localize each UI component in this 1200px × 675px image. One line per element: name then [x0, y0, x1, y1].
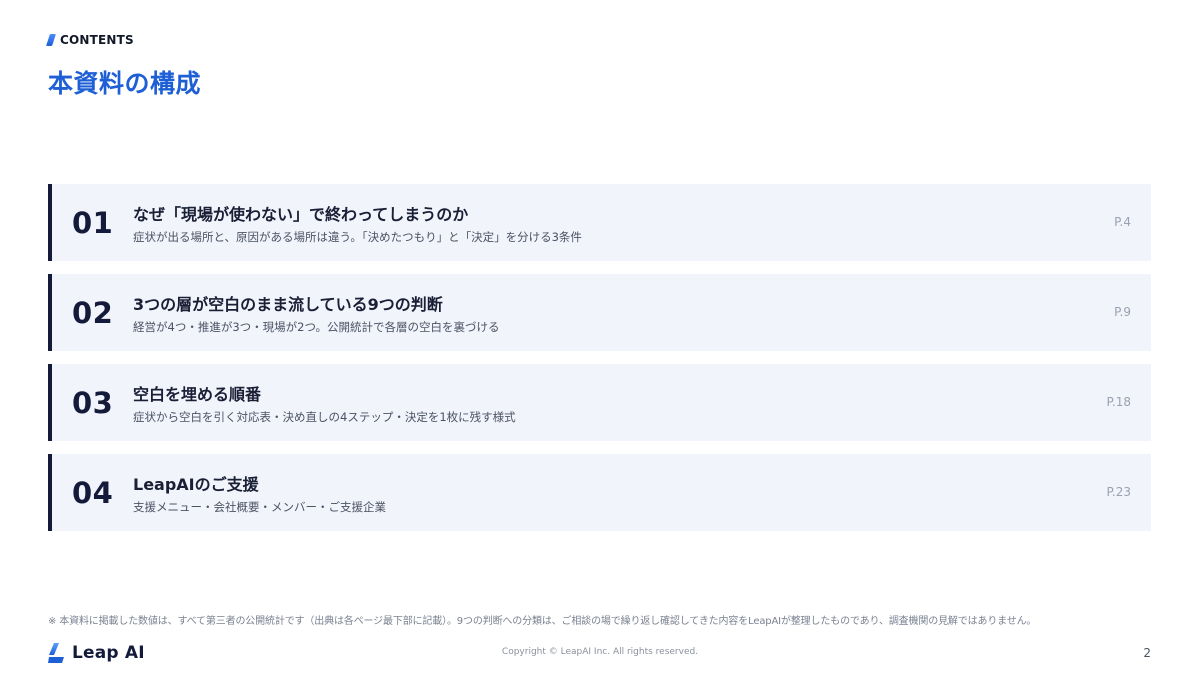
toc-title: なぜ「現場が使わない」で終わってしまうのか: [133, 205, 469, 224]
toc-item-02[interactable]: 02 3つの層が空白のまま流している9つの判断 経営が4つ・推進が3つ・現場が2…: [48, 274, 1151, 351]
toc-number: 03: [72, 386, 114, 420]
copyright-text: Copyright © LeapAI Inc. All rights reser…: [501, 647, 699, 657]
toc-page-ref: P.23: [1106, 485, 1131, 499]
section-tag: CONTENTS: [46, 33, 134, 47]
toc-page-ref: P.4: [1114, 215, 1131, 229]
toc-item-04[interactable]: 04 LeapAIのご支援 支援メニュー・会社概要・メンバー・ご支援企業 P.2…: [48, 454, 1151, 531]
toc-title: LeapAIのご支援: [133, 475, 259, 494]
toc-number: 02: [72, 296, 114, 330]
toc-subtitle: 症状から空白を引く対応表・決め直しの4ステップ・決定を1枚に残す様式: [133, 410, 516, 424]
toc-subtitle: 症状が出る場所と、原因がある場所は違う。「決めたつもり」と「決定」を分ける3条件: [133, 230, 582, 244]
toc-item-01[interactable]: 01 なぜ「現場が使わない」で終わってしまうのか 症状が出る場所と、原因がある場…: [48, 184, 1151, 261]
toc-title: 3つの層が空白のまま流している9つの判断: [133, 295, 443, 314]
slash-mark-icon: [46, 34, 56, 46]
toc-title: 空白を埋める順番: [133, 385, 262, 404]
toc-number: 04: [72, 476, 114, 510]
toc-page-ref: P.9: [1114, 305, 1131, 319]
page-number: 2: [1143, 646, 1151, 660]
toc-number: 01: [72, 206, 114, 240]
footnote: ※ 本資料に掲載した数値は、すべて第三者の公開統計です（出典は各ページ最下部に記…: [48, 616, 1037, 627]
toc-subtitle: 経営が4つ・推進が3つ・現場が2つ。公開統計で各層の空白を裏づける: [133, 320, 500, 334]
page-title: 本資料の構成: [48, 69, 202, 98]
toc-subtitle: 支援メニュー・会社概要・メンバー・ご支援企業: [133, 500, 386, 514]
table-of-contents: 01 なぜ「現場が使わない」で終わってしまうのか 症状が出る場所と、原因がある場…: [48, 184, 1151, 544]
toc-page-ref: P.18: [1106, 395, 1131, 409]
section-label: CONTENTS: [60, 33, 134, 47]
toc-item-03[interactable]: 03 空白を埋める順番 症状から空白を引く対応表・決め直しの4ステップ・決定を1…: [48, 364, 1151, 441]
